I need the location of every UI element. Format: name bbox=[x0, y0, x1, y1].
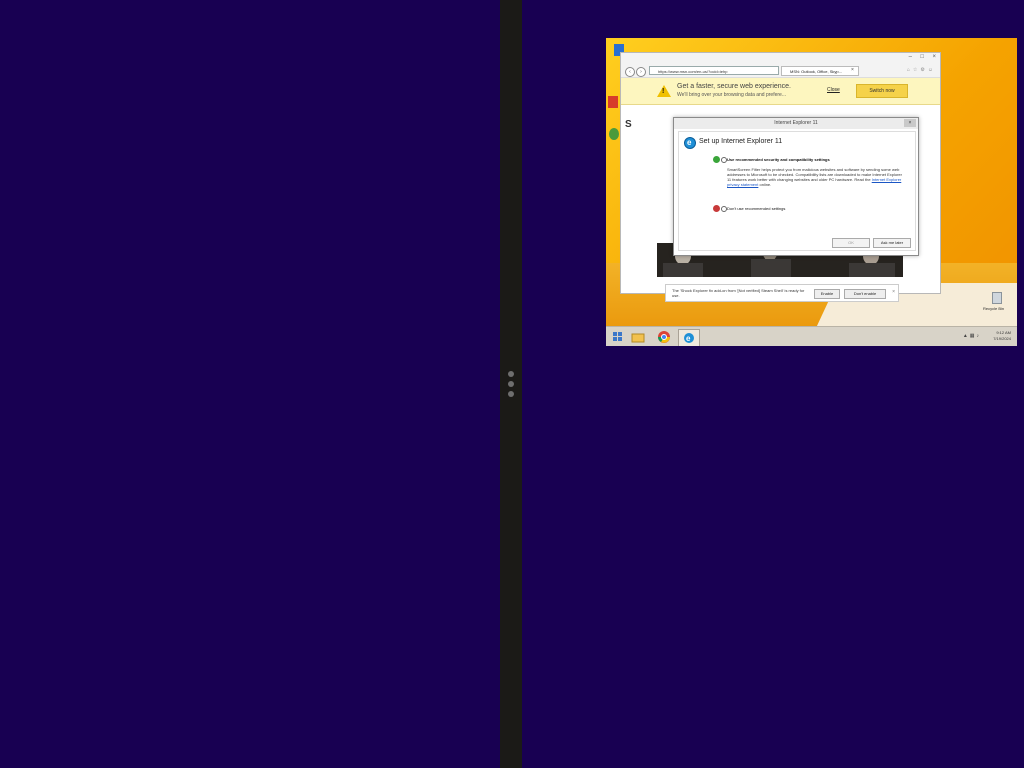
grip-dot-icon bbox=[508, 381, 514, 387]
dialog-close-button[interactable]: × bbox=[904, 119, 916, 127]
dont-enable-button[interactable]: Don't enable bbox=[844, 289, 886, 299]
photo-person bbox=[751, 259, 791, 277]
grip-dot-icon bbox=[508, 371, 514, 377]
description-text-end: online. bbox=[758, 182, 772, 187]
clock-date: 7/19/2024 bbox=[993, 336, 1011, 341]
clock[interactable]: 9:12 AM 7/19/2024 bbox=[993, 330, 1011, 342]
snap-splitter-handle[interactable] bbox=[500, 0, 522, 768]
option-not-recommended-label[interactable]: Don't use recommended settings bbox=[727, 206, 785, 211]
desktop-thumbnail[interactable]: Recycle Bin – □ × ‹ › https://www.msn.co… bbox=[606, 38, 1017, 346]
chrome-icon bbox=[658, 331, 670, 343]
dialog-heading: Set up Internet Explorer 11 bbox=[699, 138, 783, 145]
option-recommended-label[interactable]: Use recommended security and compatibili… bbox=[727, 157, 830, 162]
recycle-bin-icon[interactable] bbox=[992, 292, 1002, 304]
minimize-button[interactable]: – bbox=[909, 54, 912, 60]
setup-dialog: Internet Explorer 11 × e Set up Internet… bbox=[673, 117, 919, 256]
switch-now-button[interactable]: Switch now bbox=[856, 84, 908, 98]
left-snap-pane bbox=[0, 0, 500, 768]
svg-text:e: e bbox=[686, 334, 691, 343]
ie-logo-icon: e bbox=[684, 137, 696, 149]
addon-notification-bar: The 'Shock Explorer fix add-on from '[No… bbox=[665, 284, 899, 302]
close-window-button[interactable]: × bbox=[932, 54, 936, 60]
ok-button[interactable]: OK bbox=[832, 238, 870, 248]
addon-close-icon[interactable]: × bbox=[892, 289, 895, 295]
ie-window[interactable]: – □ × ‹ › https://www.msn.com/en-us/?oci… bbox=[620, 52, 941, 302]
ie-taskbar-button[interactable]: e bbox=[678, 329, 700, 346]
tab-msn[interactable]: MSN: Outlook, Office, Skyp... bbox=[781, 66, 859, 76]
page-heading-fragment: S bbox=[625, 119, 632, 130]
option-recommended-description: SmartScreen Filter helps protect you fro… bbox=[727, 167, 907, 187]
forward-icon[interactable]: › bbox=[636, 67, 646, 77]
shield-check-icon bbox=[713, 156, 720, 163]
toolbar-icons[interactable]: ⌂☆⚙☺ bbox=[907, 67, 936, 73]
tab-close-icon[interactable]: × bbox=[851, 67, 854, 73]
warning-mark-icon: ! bbox=[662, 88, 665, 95]
maximize-button[interactable]: □ bbox=[920, 54, 924, 60]
folder-icon bbox=[631, 333, 645, 343]
desktop-app-icon[interactable] bbox=[608, 96, 618, 108]
dialog-body: e Set up Internet Explorer 11 Use recomm… bbox=[678, 131, 916, 251]
ie-icon: e bbox=[684, 333, 694, 343]
chrome-button[interactable] bbox=[656, 329, 672, 345]
notification-bar: ! Get a faster, secure web experience. W… bbox=[621, 78, 940, 105]
desktop-app-icon[interactable] bbox=[609, 128, 619, 140]
ie-navbar: ‹ › https://www.msn.com/en-us/?ocid=iehp… bbox=[621, 65, 940, 78]
ask-me-later-button[interactable]: Ask me later bbox=[873, 238, 911, 248]
addon-message: The 'Shock Explorer fix add-on from '[No… bbox=[672, 288, 805, 298]
dialog-window-title: Internet Explorer 11 bbox=[774, 120, 818, 126]
file-explorer-button[interactable] bbox=[630, 329, 646, 345]
start-button[interactable] bbox=[610, 329, 626, 345]
photo-person bbox=[663, 263, 703, 277]
grip-dot-icon bbox=[508, 391, 514, 397]
notification-title: Get a faster, secure web experience. bbox=[677, 83, 792, 90]
recycle-bin-label: Recycle Bin bbox=[983, 306, 1005, 311]
ie-titlebar[interactable]: – □ × bbox=[621, 53, 940, 65]
notification-subtitle: We'll bring over your browsing data and … bbox=[677, 92, 786, 98]
back-icon[interactable]: ‹ bbox=[625, 67, 635, 77]
address-bar[interactable]: https://www.msn.com/en-us/?ocid=iehp bbox=[649, 66, 779, 75]
taskbar: e ▲▦♪ 9:12 AM 7/19/2024 bbox=[606, 326, 1017, 346]
notification-close-link[interactable]: Close bbox=[827, 87, 840, 93]
windows-logo-icon bbox=[613, 332, 622, 341]
photo-person bbox=[849, 263, 895, 277]
enable-button[interactable]: Enable bbox=[814, 289, 840, 299]
dialog-titlebar: Internet Explorer 11 × bbox=[674, 118, 918, 129]
system-tray-icons[interactable]: ▲▦♪ bbox=[963, 333, 981, 339]
shield-x-icon bbox=[713, 205, 720, 212]
